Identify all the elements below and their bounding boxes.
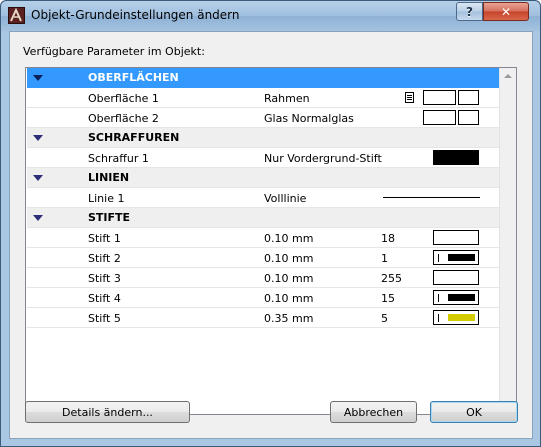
parameter-list-rows: OBERFLÄCHEN Oberfläche 1 Rahmen Oberfläche … [26, 68, 500, 414]
pen-color-swatch[interactable] [433, 270, 479, 285]
parameter-value[interactable]: Volllinie [264, 192, 306, 205]
title-bar[interactable]: Objekt-Grundeinstellungen ändern ? ✕ [1, 1, 540, 31]
fill-pattern-swatch[interactable] [433, 150, 479, 165]
pen-color-swatch[interactable] [433, 230, 479, 245]
archicad-app-icon [8, 7, 25, 24]
pen-color-bar [448, 254, 475, 261]
pen-color-swatch[interactable] [433, 310, 479, 325]
pen-weight-tick [438, 254, 439, 262]
group-row[interactable]: OBERFLÄCHEN [27, 68, 499, 88]
parameter-name: Stift 2 [88, 252, 121, 265]
expand-triangle-icon[interactable] [33, 135, 43, 141]
dialog-content: Verfügbare Parameter im Objekt: OBERFLÄC… [9, 31, 533, 439]
parameter-name: Stift 3 [88, 272, 121, 285]
expand-triangle-icon[interactable] [33, 175, 43, 181]
parameter-value[interactable]: 0.10 mm [264, 272, 313, 285]
surface-preview[interactable] [423, 110, 456, 125]
parameter-list[interactable]: OBERFLÄCHEN Oberfläche 1 Rahmen Oberfläche … [25, 67, 517, 415]
pen-number[interactable]: 1 [381, 252, 388, 265]
parameter-name: Stift 4 [88, 292, 121, 305]
parameter-row[interactable]: Oberfläche 1 Rahmen [27, 88, 499, 108]
scroll-up-arrow-icon[interactable] [504, 74, 512, 78]
parameter-row[interactable]: Schraffur 1 Nur Vordergrund-Stift [27, 148, 499, 168]
expand-triangle-icon[interactable] [33, 215, 43, 221]
parameter-name: Oberfläche 1 [88, 92, 159, 105]
parameter-value[interactable]: 0.10 mm [264, 232, 313, 245]
parameter-row[interactable]: Stift 5 0.35 mm 5 [27, 308, 499, 328]
group-row[interactable]: STIFTE [27, 208, 499, 228]
pen-weight-tick [438, 314, 439, 322]
surface-swatch[interactable] [423, 110, 481, 125]
cancel-button[interactable]: Abbrechen [330, 401, 417, 423]
group-name: LINIEN [88, 171, 130, 184]
pen-color-bar [448, 294, 475, 301]
pen-weight-tick [438, 294, 439, 302]
parameter-value[interactable]: 0.10 mm [264, 252, 313, 265]
parameter-value[interactable]: 0.35 mm [264, 312, 313, 325]
group-name: SCHRAFFUREN [88, 131, 180, 144]
parameter-name: Linie 1 [88, 192, 125, 205]
vertical-scrollbar[interactable] [499, 68, 516, 414]
parameter-value[interactable]: Nur Vordergrund-Stift [264, 152, 382, 165]
surface-swatch[interactable] [423, 90, 481, 105]
expand-triangle-icon[interactable] [33, 75, 43, 81]
pen-number[interactable]: 15 [381, 292, 395, 305]
group-name: STIFTE [88, 211, 131, 224]
parameter-row[interactable]: Oberfläche 2 Glas Normalglas [27, 108, 499, 128]
group-row[interactable]: LINIEN [27, 168, 499, 188]
ok-button[interactable]: OK [430, 401, 518, 423]
pen-color-swatch[interactable] [433, 250, 479, 265]
help-button[interactable]: ? [456, 2, 483, 21]
parameter-value[interactable]: Rahmen [264, 92, 310, 105]
window-title: Objekt-Grundeinstellungen ändern [31, 8, 240, 22]
dialog-window: Objekt-Grundeinstellungen ändern ? ✕ Ver… [0, 0, 541, 447]
pen-number[interactable]: 18 [381, 232, 395, 245]
parameter-name: Schraffur 1 [88, 152, 149, 165]
line-type-sample[interactable] [383, 197, 480, 198]
parameter-name: Stift 5 [88, 312, 121, 325]
close-button[interactable]: ✕ [483, 2, 529, 21]
pen-color-bar [448, 314, 475, 321]
parameter-value[interactable]: 0.10 mm [264, 292, 313, 305]
parameter-name: Oberfläche 2 [88, 112, 159, 125]
surface-preview[interactable] [423, 90, 456, 105]
parameter-row[interactable]: Stift 3 0.10 mm 255 [27, 268, 499, 288]
details-button[interactable]: Details ändern... [25, 401, 190, 423]
surface-preview-small[interactable] [458, 110, 479, 125]
surface-settings-icon[interactable] [405, 92, 414, 103]
parameter-name: Stift 1 [88, 232, 121, 245]
pen-number[interactable]: 5 [381, 312, 388, 325]
pen-number[interactable]: 255 [381, 272, 402, 285]
group-row[interactable]: SCHRAFFUREN [27, 128, 499, 148]
pen-color-swatch[interactable] [433, 290, 479, 305]
parameter-row[interactable]: Stift 1 0.10 mm 18 [27, 228, 499, 248]
parameter-row[interactable]: Linie 1 Volllinie [27, 188, 499, 208]
surface-preview-small[interactable] [458, 90, 479, 105]
parameter-row[interactable]: Stift 4 0.10 mm 15 [27, 288, 499, 308]
group-name: OBERFLÄCHEN [88, 71, 179, 84]
parameter-value[interactable]: Glas Normalglas [264, 112, 354, 125]
available-parameters-label: Verfügbare Parameter im Objekt: [23, 45, 205, 58]
parameter-row[interactable]: Stift 2 0.10 mm 1 [27, 248, 499, 268]
